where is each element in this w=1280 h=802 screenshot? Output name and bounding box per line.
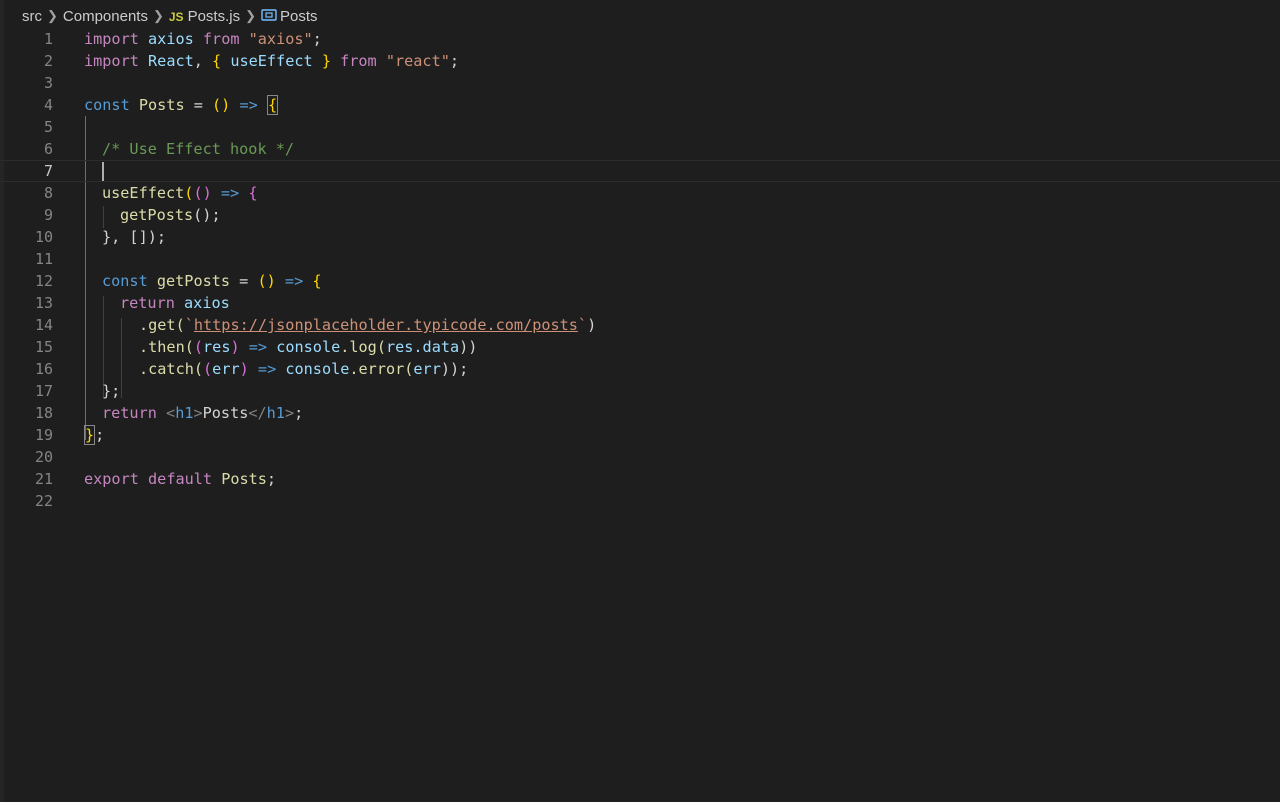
breadcrumb-file-label: Posts.js xyxy=(187,7,241,25)
code-text: }; xyxy=(84,425,105,445)
code-line: 8 useEffect(() => { xyxy=(0,182,1280,204)
code-line: 4 const Posts = () => { xyxy=(0,94,1280,116)
chevron-right-icon: ❯ xyxy=(245,8,256,23)
code-line: 6 /* Use Effect hook */ xyxy=(0,138,1280,160)
code-line: 11 xyxy=(0,248,1280,270)
line-number: 10 xyxy=(34,228,53,246)
code-text: const Posts = () => { xyxy=(84,95,279,115)
javascript-file-icon: JS xyxy=(168,9,184,24)
line-number: 5 xyxy=(43,118,53,136)
code-text: .then((res) => console.log(res.data)) xyxy=(139,338,478,356)
matched-bracket: { xyxy=(266,95,279,115)
line-number: 12 xyxy=(34,272,53,290)
chevron-right-icon: ❯ xyxy=(47,8,58,23)
line-number: 2 xyxy=(43,52,53,70)
line-number: 4 xyxy=(43,96,53,114)
line-number: 22 xyxy=(34,492,53,510)
line-number: 21 xyxy=(34,470,53,488)
text-cursor xyxy=(102,162,104,181)
code-line: 18 return <h1>Posts</h1>; xyxy=(0,402,1280,424)
code-line: 13 return axios xyxy=(0,292,1280,314)
breadcrumb-item-src[interactable]: src xyxy=(22,8,42,25)
code-line: 17 }; xyxy=(0,380,1280,402)
url-link[interactable]: https://jsonplaceholder.typicode.com/pos… xyxy=(194,316,578,334)
code-text: }, []); xyxy=(102,228,167,246)
code-text: .catch((err) => console.error(err)); xyxy=(139,360,469,378)
code-line: 2 import React, { useEffect } from "reac… xyxy=(0,50,1280,72)
code-text: getPosts(); xyxy=(120,206,221,224)
line-number: 6 xyxy=(43,140,53,158)
code-text: }; xyxy=(102,382,121,400)
code-text: .get(`https://jsonplaceholder.typicode.c… xyxy=(139,316,597,334)
matched-bracket: } xyxy=(84,425,96,445)
code-text: import axios from "axios"; xyxy=(84,30,322,48)
line-number: 14 xyxy=(34,316,53,334)
line-number: 13 xyxy=(34,294,53,312)
code-editor[interactable]: 1 import axios from "axios"; 2 import Re… xyxy=(0,28,1280,802)
code-text: import React, { useEffect } from "react"… xyxy=(84,52,460,70)
code-line: 21 export default Posts; xyxy=(0,468,1280,490)
code-text: export default Posts; xyxy=(84,470,277,488)
code-line: 5 xyxy=(0,116,1280,138)
line-number: 16 xyxy=(34,360,53,378)
chevron-right-icon: ❯ xyxy=(152,8,164,23)
code-text: return <h1>Posts</h1>; xyxy=(102,404,304,422)
line-number: 8 xyxy=(43,184,53,202)
line-number: 19 xyxy=(34,426,53,444)
code-line: 22 xyxy=(0,490,1280,512)
variable-symbol-icon xyxy=(261,8,277,21)
code-line: 15 .then((res) => console.log(res.data)) xyxy=(0,336,1280,358)
code-line: 14 .get(`https://jsonplaceholder.typicod… xyxy=(0,314,1280,336)
code-line: 16 .catch((err) => console.error(err)); xyxy=(0,358,1280,380)
code-line: 9 getPosts(); xyxy=(0,204,1280,226)
line-number: 17 xyxy=(34,382,53,400)
code-line: 10 }, []); xyxy=(0,226,1280,248)
code-line: 20 xyxy=(0,446,1280,468)
line-number: 15 xyxy=(34,338,53,356)
code-text: useEffect(() => { xyxy=(102,184,258,202)
code-line: 3 xyxy=(0,72,1280,94)
current-line: 7 xyxy=(0,160,1280,182)
line-number: 11 xyxy=(34,250,53,268)
breadcrumb-item-components[interactable]: Components xyxy=(63,8,148,25)
breadcrumb: src ❯ Components ❯ JS Posts.js ❯ Posts xyxy=(22,6,318,26)
line-number: 3 xyxy=(43,74,53,92)
breadcrumb-item-file[interactable]: JS Posts.js xyxy=(169,8,240,25)
line-number: 7 xyxy=(43,162,53,180)
breadcrumb-item-symbol[interactable]: Posts xyxy=(261,8,318,25)
code-line: 1 import axios from "axios"; xyxy=(0,28,1280,50)
code-line: 19 }; xyxy=(0,424,1280,446)
breadcrumb-symbol-label: Posts xyxy=(279,7,318,25)
line-number: 20 xyxy=(34,448,53,466)
line-number: 9 xyxy=(43,206,53,224)
code-text: return axios xyxy=(120,294,230,312)
code-line: 12 const getPosts = () => { xyxy=(0,270,1280,292)
code-text: const getPosts = () => { xyxy=(102,272,322,290)
line-number: 1 xyxy=(43,30,53,48)
line-number: 18 xyxy=(34,404,53,422)
code-text: /* Use Effect hook */ xyxy=(102,140,295,158)
